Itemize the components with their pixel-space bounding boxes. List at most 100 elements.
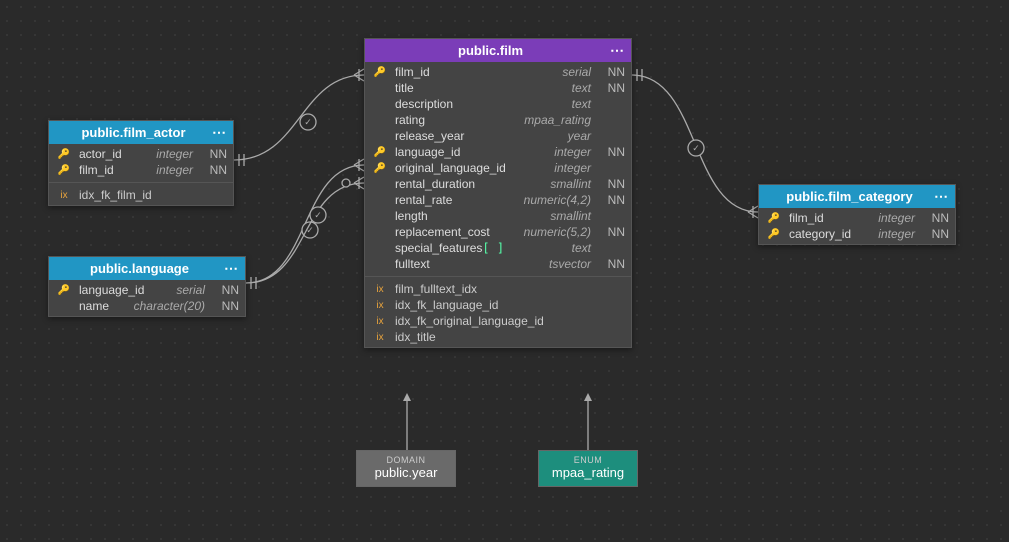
table-menu-icon[interactable]: ⋯ [610, 42, 625, 59]
type-name: public.year [367, 465, 445, 480]
column-type: serial [176, 283, 211, 297]
column-row[interactable]: 🔑actor_idintegerNN [49, 146, 233, 162]
column-name: release_year [395, 129, 562, 143]
column-type: character(20) [134, 299, 211, 313]
column-name: film_id [789, 211, 872, 225]
column-type: integer [878, 211, 921, 225]
table-title: public.language [55, 261, 224, 276]
column-type: integer [554, 161, 597, 175]
index-icon: ix [371, 332, 389, 343]
table-header[interactable]: public.language ⋯ [49, 257, 245, 280]
table-menu-icon[interactable]: ⋯ [212, 124, 227, 141]
column-name: original_language_id [395, 161, 548, 175]
column-row[interactable]: length smallint [365, 208, 631, 224]
svg-text:✓: ✓ [314, 210, 322, 220]
type-box-enum[interactable]: ENUM mpaa_rating [538, 450, 638, 487]
column-name: rental_duration [395, 177, 544, 191]
column-row[interactable]: rental_rate numeric(4,2) NN [365, 192, 631, 208]
index-row[interactable]: ix idx_fk_original_language_id [365, 313, 631, 329]
column-type: year [568, 129, 597, 143]
table-columns: 🔑language_idserialNNnamecharacter(20)NN [49, 280, 245, 316]
column-type: smallint [550, 209, 597, 223]
foreign-key-icon: 🔑 [371, 163, 389, 174]
column-name: name [79, 299, 128, 313]
index-row[interactable]: ix idx_title [365, 329, 631, 345]
index-row[interactable]: ixidx_fk_language_id [365, 297, 631, 313]
table-title: public.film [371, 43, 610, 58]
index-row[interactable]: ix idx_fk_film_id [49, 187, 233, 203]
type-box-domain[interactable]: DOMAIN public.year [356, 450, 456, 487]
column-notnull: NN [205, 163, 227, 177]
column-name: category_id [789, 227, 872, 241]
column-row[interactable]: 🔑language_idintegerNN [365, 144, 631, 160]
column-name: special_features[ ] [395, 241, 566, 255]
table-film-actor[interactable]: public.film_actor ⋯ 🔑actor_idintegerNN🔑f… [48, 120, 234, 206]
column-row[interactable]: special_features[ ] text [365, 240, 631, 256]
column-type: integer [156, 163, 199, 177]
index-icon: ix [55, 190, 73, 201]
index-name: idx_title [395, 330, 436, 344]
column-notnull: NN [603, 225, 625, 239]
index-icon: ix [371, 316, 389, 327]
table-columns: 🔑film_idintegerNN🔑category_idintegerNN [759, 208, 955, 244]
column-row[interactable]: description text [365, 96, 631, 112]
table-header[interactable]: public.film_category ⋯ [759, 185, 955, 208]
column-notnull: NN [927, 227, 949, 241]
column-name: rental_rate [395, 193, 518, 207]
column-notnull: NN [205, 147, 227, 161]
table-menu-icon[interactable]: ⋯ [934, 188, 949, 205]
column-type: integer [554, 145, 597, 159]
svg-text:✓: ✓ [306, 225, 314, 235]
table-title: public.film_category [765, 189, 934, 204]
index-name: idx_fk_original_language_id [395, 314, 544, 328]
column-row[interactable]: titletextNN [365, 80, 631, 96]
column-type: numeric(5,2) [524, 225, 597, 239]
index-row[interactable]: ixfilm_fulltext_idx [365, 281, 631, 297]
column-row[interactable]: rental_duration smallint NN [365, 176, 631, 192]
column-row[interactable]: 🔑film_idintegerNN [759, 210, 955, 226]
index-name: idx_fk_film_id [79, 188, 152, 202]
column-row[interactable]: ratingmpaa_rating [365, 112, 631, 128]
table-language[interactable]: public.language ⋯ 🔑language_idserialNNna… [48, 256, 246, 317]
column-notnull: NN [603, 145, 625, 159]
column-notnull: NN [217, 283, 239, 297]
column-name: language_id [395, 145, 548, 159]
table-columns: 🔑film_idserialNNtitletextNNdescriptionte… [365, 62, 631, 274]
column-row[interactable]: fulltexttsvectorNN [365, 256, 631, 272]
column-notnull: NN [603, 193, 625, 207]
primary-key-icon: 🔑 [765, 229, 783, 240]
table-header[interactable]: public.film ⋯ [365, 39, 631, 62]
column-name: language_id [79, 283, 170, 297]
column-row[interactable]: 🔑film_idserialNN [365, 64, 631, 80]
column-type: text [572, 97, 597, 111]
column-row[interactable]: release_year year [365, 128, 631, 144]
column-row[interactable]: 🔑 original_language_id integer [365, 160, 631, 176]
table-film[interactable]: public.film ⋯ 🔑film_idserialNNtitletextN… [364, 38, 632, 348]
column-name: actor_id [79, 147, 150, 161]
column-row[interactable]: name character(20) NN [49, 298, 245, 314]
column-row[interactable]: 🔑film_idintegerNN [49, 162, 233, 178]
column-name: film_id [79, 163, 150, 177]
table-menu-icon[interactable]: ⋯ [224, 260, 239, 277]
column-notnull: NN [603, 177, 625, 191]
column-type: text [572, 241, 597, 255]
column-row[interactable]: 🔑language_idserialNN [49, 282, 245, 298]
column-notnull: NN [217, 299, 239, 313]
column-row[interactable]: 🔑 category_id integer NN [759, 226, 955, 242]
column-type: text [572, 81, 597, 95]
column-name: replacement_cost [395, 225, 518, 239]
column-row[interactable]: replacement_cost numeric(5,2) NN [365, 224, 631, 240]
column-name: length [395, 209, 544, 223]
table-film-category[interactable]: public.film_category ⋯ 🔑film_idintegerNN… [758, 184, 956, 245]
column-name: title [395, 81, 566, 95]
column-type: serial [562, 65, 597, 79]
svg-text:✓: ✓ [692, 143, 700, 153]
column-type: numeric(4,2) [524, 193, 597, 207]
column-type: integer [878, 227, 921, 241]
column-name: description [395, 97, 566, 111]
table-header[interactable]: public.film_actor ⋯ [49, 121, 233, 144]
table-title: public.film_actor [55, 125, 212, 140]
column-notnull: NN [603, 65, 625, 79]
type-label: DOMAIN [367, 455, 445, 465]
column-type: smallint [550, 177, 597, 191]
